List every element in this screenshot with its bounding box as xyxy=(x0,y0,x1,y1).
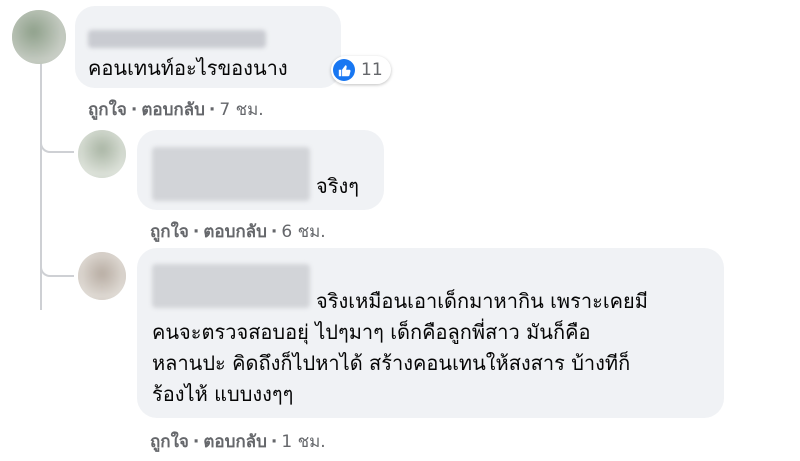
separator-dot: · xyxy=(192,222,200,242)
separator-dot: · xyxy=(270,222,278,242)
separator-dot: · xyxy=(192,432,200,452)
author-name-redacted[interactable] xyxy=(152,264,310,308)
thumbs-up-icon xyxy=(333,59,355,81)
reaction-count: 11 xyxy=(361,60,383,80)
like-link[interactable]: ถูกใจ xyxy=(150,222,189,242)
comment-actions: ถูกใจ · ตอบกลับ · 7 ชม. xyxy=(88,96,264,123)
separator-dot: · xyxy=(208,100,216,120)
like-link[interactable]: ถูกใจ xyxy=(88,100,127,120)
comment-text-line: คนจะตรวจสอบอยุ่ ไปๆมาๆ เด็กคือลูกพี่สาว … xyxy=(152,320,591,344)
like-link[interactable]: ถูกใจ xyxy=(150,432,189,452)
avatar[interactable] xyxy=(12,10,66,64)
reaction-badge[interactable]: 11 xyxy=(331,56,391,84)
avatar[interactable] xyxy=(78,252,126,300)
comment-text: จริงๆ xyxy=(316,174,359,198)
reply-link[interactable]: ตอบกลับ xyxy=(141,100,205,120)
thread-connector xyxy=(40,250,74,277)
avatar-image-blurred xyxy=(78,252,126,300)
timestamp[interactable]: 7 ชม. xyxy=(219,100,263,120)
reply-link[interactable]: ตอบกลับ xyxy=(203,432,267,452)
comment-actions: ถูกใจ · ตอบกลับ · 6 ชม. xyxy=(150,218,326,245)
comment-text-line: ร้องไห้ แบบงงๆๆ xyxy=(152,382,294,406)
author-name-redacted[interactable] xyxy=(152,147,310,201)
separator-dot: · xyxy=(270,432,278,452)
comment-text-line: จริงเหมือนเอาเด็กมาหากิน เพราะเคยมี xyxy=(316,289,648,313)
avatar-image-blurred xyxy=(78,130,126,178)
avatar[interactable] xyxy=(78,130,126,178)
author-name-redacted[interactable] xyxy=(88,30,266,48)
avatar-image-blurred xyxy=(12,10,66,64)
timestamp[interactable]: 6 ชม. xyxy=(281,222,325,242)
timestamp[interactable]: 1 ชม. xyxy=(281,432,325,452)
comment-text-line: หลานปะ คิดถึงก็ไปหาได้ สร้างคอนเทนให้สงส… xyxy=(152,351,631,375)
reply-link[interactable]: ตอบกลับ xyxy=(203,222,267,242)
thread-connector xyxy=(40,125,74,153)
comment-text: คอนเทนท์อะไรของนาง xyxy=(88,56,288,80)
separator-dot: · xyxy=(130,100,138,120)
comment-actions: ถูกใจ · ตอบกลับ · 1 ชม. xyxy=(150,428,326,455)
